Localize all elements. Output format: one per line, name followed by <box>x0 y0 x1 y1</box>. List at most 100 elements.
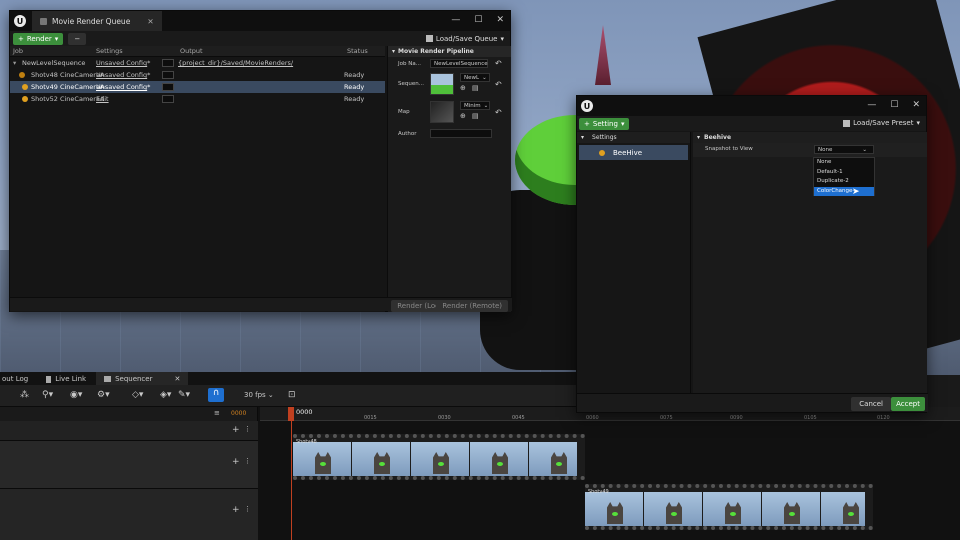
menu-option[interactable]: Duplicate-2 <box>814 177 874 187</box>
menu-option[interactable]: Default-1 <box>814 168 874 178</box>
shot-clip[interactable]: Shotv48 <box>293 434 585 480</box>
settings-link[interactable]: Unsaved Config* <box>96 59 150 67</box>
unsaved-star: * <box>147 83 151 91</box>
key-interp-icon[interactable]: ◈▾ <box>160 390 171 400</box>
menu-option-highlighted[interactable]: ColorChange- <box>814 186 874 196</box>
camera-lock-icon[interactable]: ⊡ <box>288 390 296 400</box>
remove-job-button[interactable]: − <box>68 32 87 45</box>
mrq-tab[interactable]: Movie Render Queue ✕ <box>32 11 162 31</box>
add-track-icon[interactable]: + <box>232 425 240 435</box>
settings-link[interactable]: Edit <box>96 95 109 103</box>
settings-link-label: Unsaved Config <box>96 83 148 91</box>
output-column-header[interactable]: Output <box>180 47 203 55</box>
add-track-icon[interactable]: + <box>232 457 240 467</box>
map-thumbnail[interactable] <box>430 101 454 123</box>
table-row[interactable]: Shotv52 CineCameraA Edit Ready <box>10 93 385 105</box>
reset-icon[interactable]: ↶ <box>495 108 502 117</box>
map-value: Minim <box>464 102 481 109</box>
track-row[interactable]: + ⋮ <box>0 489 258 540</box>
settings-dropdown[interactable] <box>162 95 174 103</box>
load-save-preset-label: Load/Save Preset <box>853 119 914 127</box>
tab-sequencer-label: Sequencer <box>115 375 153 383</box>
close-icon[interactable]: ✕ <box>496 15 504 25</box>
keyframe-icon[interactable]: ◇▾ <box>132 390 143 400</box>
track-row[interactable]: + ⋮ <box>0 441 258 489</box>
reset-icon[interactable]: ↶ <box>495 59 502 68</box>
unsaved-star: * <box>147 71 151 79</box>
close-tab-icon[interactable]: ✕ <box>147 17 153 26</box>
add-track-icon[interactable]: + <box>232 505 240 515</box>
job-status-dot-icon <box>19 72 25 78</box>
table-row[interactable]: ▾ NewLevelSequence Unsaved Config* {proj… <box>10 57 385 69</box>
job-column-header[interactable]: Job <box>13 47 23 55</box>
pipeline-header[interactable]: ▾ Movie Render Pipeline <box>388 46 511 57</box>
sequence-thumbnail[interactable] <box>430 73 454 95</box>
snapshot-dropdown[interactable]: None ⌄ <box>814 145 874 154</box>
tab-live-link[interactable]: Live Link <box>36 375 96 383</box>
status-column-header[interactable]: Status <box>347 47 368 55</box>
job-status-dot-icon <box>22 96 28 102</box>
fps-selector[interactable]: 30 fps ⌄ <box>244 391 274 399</box>
settings-dropdown[interactable] <box>162 71 174 79</box>
sequence-value: NewL <box>464 74 480 81</box>
filter-icon[interactable]: ≡ <box>214 409 220 417</box>
table-row[interactable]: Shotv48 CineCameraA Unsaved Config* Read… <box>10 69 385 81</box>
tree-header-label: Settings <box>592 134 617 141</box>
sequencer-icon <box>104 376 112 382</box>
save-icon <box>843 119 851 127</box>
load-save-queue-button[interactable]: Load/Save Queue ▾ <box>425 35 504 43</box>
close-tab-icon[interactable]: ✕ <box>174 375 180 383</box>
snap-magnet-icon[interactable]: ∩ <box>208 388 224 402</box>
reset-icon[interactable]: ↶ <box>495 80 502 89</box>
settings-link[interactable]: Unsaved Config* <box>96 71 150 79</box>
map-picker[interactable]: Minim ⌄ <box>460 101 490 110</box>
author-field[interactable] <box>430 129 492 138</box>
tab-sequencer[interactable]: Sequencer ✕ <box>96 372 189 386</box>
load-save-preset-button[interactable]: Load/Save Preset ▾ <box>843 119 920 127</box>
table-row[interactable]: Shotv49 CineCameraA Unsaved Config* Read… <box>10 81 385 93</box>
sequence-picker[interactable]: NewL ⌄ <box>460 73 490 82</box>
shot-clip[interactable]: Shotv49 <box>585 484 873 530</box>
render-button-label: Render <box>26 34 52 43</box>
tab-output-log[interactable]: out Log <box>0 375 36 383</box>
view-options-icon[interactable]: ◉▾ <box>70 390 82 400</box>
collapse-icon[interactable]: ▾ <box>13 59 16 67</box>
settings-link[interactable]: Unsaved Config* <box>96 83 150 91</box>
settings-dropdown[interactable] <box>162 59 174 67</box>
tree-item-beehive[interactable]: BeeHive <box>579 145 688 160</box>
settings-column-header[interactable]: Settings <box>96 47 123 55</box>
snapshot-label: Snapshot to View <box>705 146 753 152</box>
browse-arrow-icon[interactable]: ⊕ <box>460 112 466 120</box>
folder-icon[interactable]: ▤ <box>472 112 479 120</box>
browse-arrow-icon[interactable]: ⊕ <box>460 84 466 92</box>
frame-start[interactable]: 0000 <box>231 410 246 417</box>
track-options-icon[interactable]: ⋮ <box>244 505 251 513</box>
render-button[interactable]: + Render ▾ <box>13 32 64 45</box>
playhead-marker[interactable] <box>288 407 294 421</box>
playback-options-icon[interactable]: ⚙▾ <box>97 390 110 400</box>
settings-dropdown[interactable] <box>162 83 174 91</box>
minimize-icon[interactable]: — <box>451 15 460 25</box>
setting-button[interactable]: + Setting ▾ <box>579 118 630 130</box>
cancel-button[interactable]: Cancel <box>851 397 891 411</box>
job-name-field[interactable]: NewLevelSequence <box>430 59 488 68</box>
track-row[interactable]: + ⋮ <box>0 421 258 441</box>
track-options-icon[interactable]: ⋮ <box>244 425 251 433</box>
accept-button[interactable]: Accept <box>891 397 925 411</box>
maximize-icon[interactable]: ☐ <box>890 100 898 110</box>
folder-icon[interactable]: ▤ <box>472 84 479 92</box>
menu-option[interactable]: None <box>814 158 874 168</box>
minimize-icon[interactable]: — <box>867 100 876 110</box>
detail-header[interactable]: ▾ Beehive <box>693 132 927 143</box>
transform-icon[interactable]: ⁂ <box>20 390 29 400</box>
render-remote-button[interactable]: Render (Remote) <box>436 300 508 312</box>
detail-panel: ▾ Beehive Snapshot to View None ⌄ None Def… <box>693 132 927 394</box>
close-icon[interactable]: ✕ <box>912 100 920 110</box>
key-tool-icon[interactable]: ⚲▾ <box>42 390 53 400</box>
track-options-icon[interactable]: ⋮ <box>244 457 251 465</box>
output-path[interactable]: {project_dir}/Saved/MovieRenders/ <box>178 59 293 67</box>
maximize-icon[interactable]: ☐ <box>474 15 482 25</box>
curve-icon[interactable]: ✎▾ <box>178 390 190 400</box>
unsaved-star: * <box>147 59 151 67</box>
tree-header[interactable]: ▾ Settings <box>577 132 690 143</box>
